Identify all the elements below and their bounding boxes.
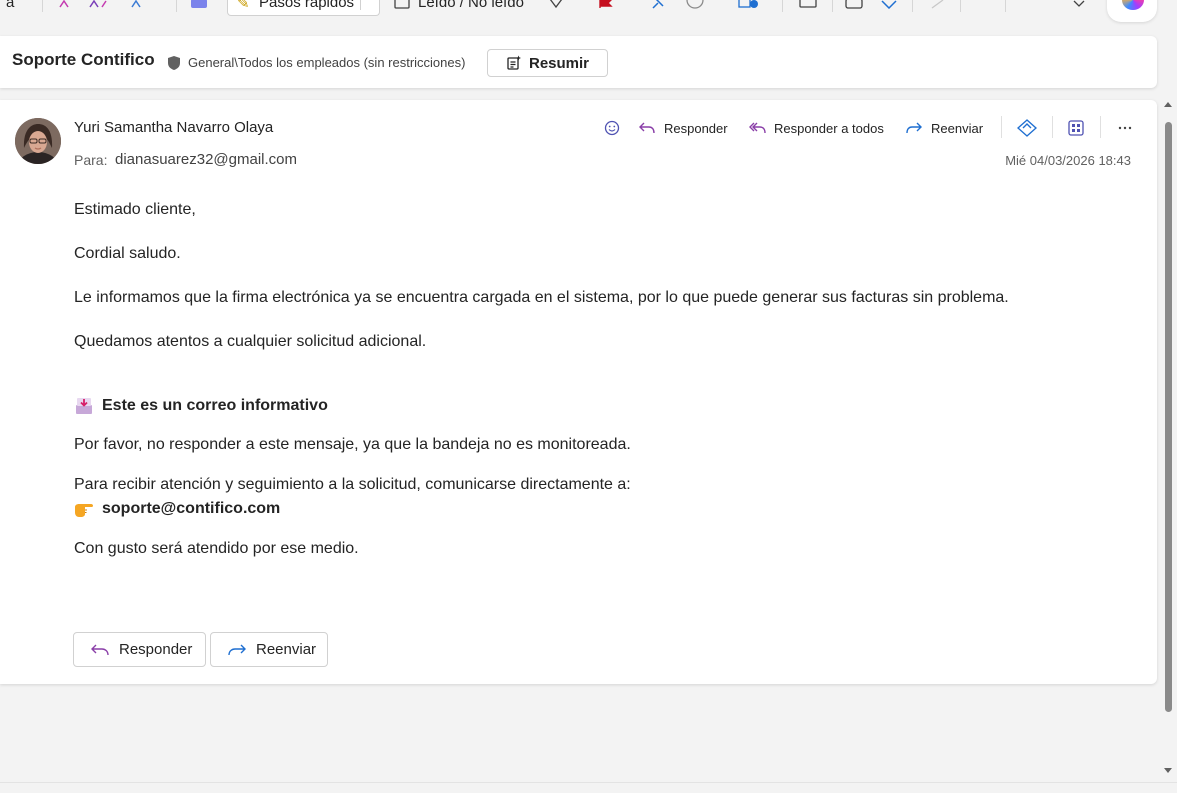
body-greeting: Estimado cliente, <box>74 201 196 218</box>
reply-all-label: Responder a todos <box>774 120 884 136</box>
sensitivity-label[interactable]: General\Todos los empleados (sin restric… <box>188 55 465 70</box>
notice-heading-row: Este es un correo informativo <box>74 396 328 416</box>
summarize-icon <box>507 55 521 70</box>
flag-icon[interactable] <box>598 0 614 13</box>
split-divider <box>360 0 361 10</box>
body-paragraph-4: Para recibir atención y seguimiento a la… <box>74 476 631 493</box>
avatar[interactable] <box>15 118 61 164</box>
body-paragraph-5: Con gusto será atendido por ese medio. <box>74 540 359 557</box>
reply-icon <box>639 122 655 134</box>
ribbon-toolbar: a ✎ Pasos rápidos Leído / No leído <box>0 0 1177 22</box>
reply-all-icon <box>749 122 766 134</box>
actions-divider <box>1001 116 1002 138</box>
ribbon-color-icons[interactable] <box>58 0 158 13</box>
body-paragraph-1: Le informamos que la firma electrónica y… <box>74 289 1009 306</box>
quick-steps-button[interactable]: ✎ Pasos rápidos <box>227 0 380 16</box>
smiley-icon <box>604 120 620 136</box>
scrollbar-thumb[interactable] <box>1165 122 1172 712</box>
ribbon-cut-label: a <box>6 0 15 11</box>
apps-icon <box>1068 120 1084 136</box>
apps-icon[interactable] <box>845 0 863 13</box>
body-salutation: Cordial saludo. <box>74 245 181 262</box>
ribbon-divider <box>832 0 833 12</box>
email-subject: Soporte Contifico <box>12 50 155 69</box>
message-card: Yuri Samantha Navarro Olaya Para: dianas… <box>0 100 1157 684</box>
quick-steps-label: Pasos rápidos <box>259 0 355 11</box>
copilot-icon <box>1122 0 1144 10</box>
to-label: Para: <box>74 152 108 168</box>
summarize-button[interactable]: Resumir <box>487 49 608 77</box>
inbox-tray-icon <box>76 398 92 414</box>
reply-label: Responder <box>664 120 728 136</box>
actions-divider <box>1100 116 1101 138</box>
reply-all-button[interactable]: Responder a todos <box>748 116 884 140</box>
recipient-email[interactable]: dianasuarez32@gmail.com <box>115 151 297 168</box>
reply-icon <box>91 644 109 655</box>
apps-button[interactable] <box>1067 116 1085 140</box>
pencil-icon: ✎ <box>237 0 250 12</box>
summarize-label: Resumir <box>528 54 590 72</box>
notice-heading: Este es un correo informativo <box>102 397 328 414</box>
message-date: Mié 04/03/2026 18:43 <box>1005 153 1131 168</box>
support-contact-row: soporte@contifico.com <box>74 500 280 518</box>
loop-icon[interactable] <box>880 0 898 13</box>
ribbon-divider <box>960 0 961 12</box>
envelope-icon <box>394 0 410 13</box>
forward-dim-icon[interactable] <box>930 0 946 13</box>
body-paragraph-2: Quedamos atentos a cualquier solicitud a… <box>74 333 427 350</box>
reaction-button[interactable] <box>604 116 620 140</box>
chevron-down-icon[interactable] <box>1073 0 1085 13</box>
support-email-link[interactable]: soporte@contifico.com <box>102 500 280 518</box>
footer-forward-label: Reenviar <box>256 641 317 658</box>
bottom-divider <box>0 782 1177 783</box>
more-actions-button[interactable] <box>1118 116 1132 140</box>
forward-button[interactable]: Reenviar <box>905 116 983 140</box>
print-icon[interactable] <box>798 0 818 13</box>
actions-divider <box>1052 116 1053 138</box>
snooze-icon[interactable] <box>686 0 704 13</box>
teams-icon[interactable] <box>190 0 208 13</box>
ribbon-divider <box>1005 0 1006 12</box>
ribbon-divider <box>42 0 43 12</box>
scroll-up-arrow[interactable] <box>1164 102 1172 107</box>
subject-header: Soporte Contifico General\Todos los empl… <box>0 36 1157 88</box>
tag-icon[interactable] <box>548 0 564 13</box>
more-icon <box>1118 126 1132 130</box>
pin-icon[interactable] <box>650 0 666 13</box>
read-unread-button[interactable]: Leído / No leído <box>418 0 524 11</box>
shield-icon <box>168 56 180 70</box>
body-paragraph-3: Por favor, no responder a este mensaje, … <box>74 436 631 453</box>
scroll-down-arrow[interactable] <box>1164 768 1172 773</box>
footer-reply-label: Responder <box>119 641 193 658</box>
settings-icon[interactable] <box>738 0 760 13</box>
loop-button[interactable] <box>1017 116 1037 140</box>
ribbon-divider <box>782 0 783 12</box>
footer-reply-button[interactable]: Responder <box>73 632 206 667</box>
pointing-hand-icon <box>75 504 93 517</box>
forward-icon <box>906 122 922 134</box>
copilot-button[interactable] <box>1107 0 1157 22</box>
ribbon-divider <box>176 0 177 12</box>
reply-button[interactable]: Responder <box>638 116 728 140</box>
sender-name[interactable]: Yuri Samantha Navarro Olaya <box>74 119 273 136</box>
ribbon-divider <box>912 0 913 12</box>
loop-icon <box>1017 119 1037 137</box>
forward-icon <box>228 644 246 655</box>
forward-label: Reenviar <box>931 120 984 136</box>
footer-forward-button[interactable]: Reenviar <box>210 632 328 667</box>
